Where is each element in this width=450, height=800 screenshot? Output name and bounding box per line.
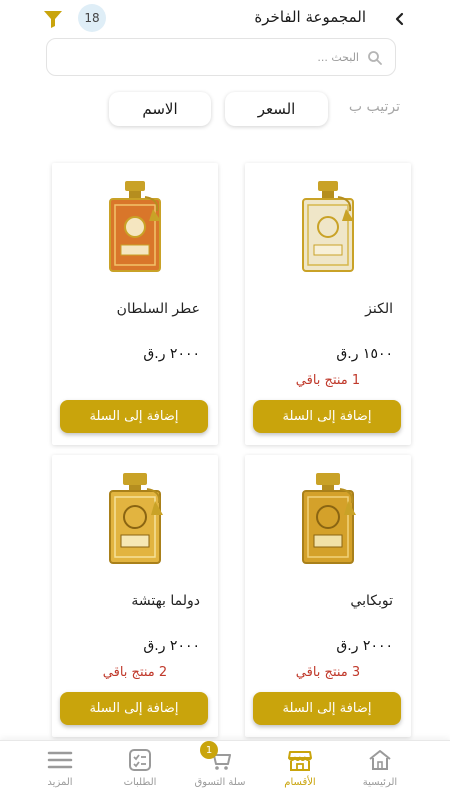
search-icon [367, 50, 383, 66]
back-chevron-icon[interactable] [392, 10, 408, 28]
nav-item-home[interactable]: الرئيسية [340, 747, 420, 797]
product-card[interactable]: توبكابي ٢٠٠٠ ر.ق 3 منتج باقي إضافة إلى ا… [245, 455, 411, 737]
add-to-cart-button[interactable]: إضافة إلى السلة [253, 692, 401, 725]
product-card[interactable]: عطر السلطان ٢٠٠٠ ر.ق إضافة إلى السلة [52, 163, 218, 445]
product-name[interactable]: عطر السلطان [117, 301, 200, 317]
sort-label: ترتيب ب [348, 99, 400, 115]
bottom-navigation: الرئيسية الأقسام 1 سلة التسوق الطلبات ال… [0, 740, 450, 800]
product-price: ١٥٠٠ ر.ق [336, 346, 393, 362]
search-input[interactable] [79, 47, 359, 67]
product-image[interactable] [85, 469, 185, 567]
store-icon [286, 747, 314, 773]
nav-item-orders[interactable]: الطلبات [100, 747, 180, 797]
sort-by-price-button[interactable]: السعر [225, 92, 328, 126]
product-card[interactable]: دولما بهتشة ٢٠٠٠ ر.ق 2 منتج باقي إضافة إ… [52, 455, 218, 737]
stock-status: 2 منتج باقي [102, 665, 168, 680]
add-to-cart-button[interactable]: إضافة إلى السلة [253, 400, 401, 433]
product-image[interactable] [85, 177, 185, 275]
cart-count-badge: 1 [200, 741, 218, 759]
cart-icon: 1 [200, 741, 234, 773]
product-image[interactable] [278, 177, 378, 275]
home-icon [366, 747, 394, 773]
product-name[interactable]: دولما بهتشة [131, 593, 200, 609]
product-price: ٢٠٠٠ ر.ق [143, 638, 200, 654]
header: المجموعة الفاخرة 18 [0, 0, 450, 36]
product-name[interactable]: توبكابي [350, 593, 393, 609]
stock-status: 1 منتج باقي [295, 373, 361, 388]
nav-label: الطلبات [123, 777, 157, 788]
nav-label: المزيد [47, 777, 73, 788]
nav-item-categories[interactable]: الأقسام [260, 747, 340, 797]
stock-status: 3 منتج باقي [295, 665, 361, 680]
menu-icon [46, 747, 74, 773]
nav-item-cart[interactable]: 1 سلة التسوق [180, 741, 260, 797]
product-price: ٢٠٠٠ ر.ق [143, 346, 200, 362]
filter-icon[interactable] [42, 9, 64, 29]
product-price: ٢٠٠٠ ر.ق [336, 638, 393, 654]
nav-label: الرئيسية [362, 777, 398, 788]
product-image[interactable] [278, 469, 378, 567]
orders-icon [126, 747, 154, 773]
search-bar [46, 38, 396, 76]
add-to-cart-button[interactable]: إضافة إلى السلة [60, 692, 208, 725]
add-to-cart-button[interactable]: إضافة إلى السلة [60, 400, 208, 433]
nav-item-more[interactable]: المزيد [20, 747, 100, 797]
sort-by-name-button[interactable]: الاسم [109, 92, 211, 126]
nav-label: سلة التسوق [194, 777, 246, 788]
nav-label: الأقسام [284, 777, 316, 788]
product-count-badge: 18 [78, 4, 106, 32]
page-title: المجموعة الفاخرة [254, 8, 366, 26]
product-name[interactable]: الكنز [365, 301, 393, 317]
product-card[interactable]: الكنز ١٥٠٠ ر.ق 1 منتج باقي إضافة إلى الس… [245, 163, 411, 445]
